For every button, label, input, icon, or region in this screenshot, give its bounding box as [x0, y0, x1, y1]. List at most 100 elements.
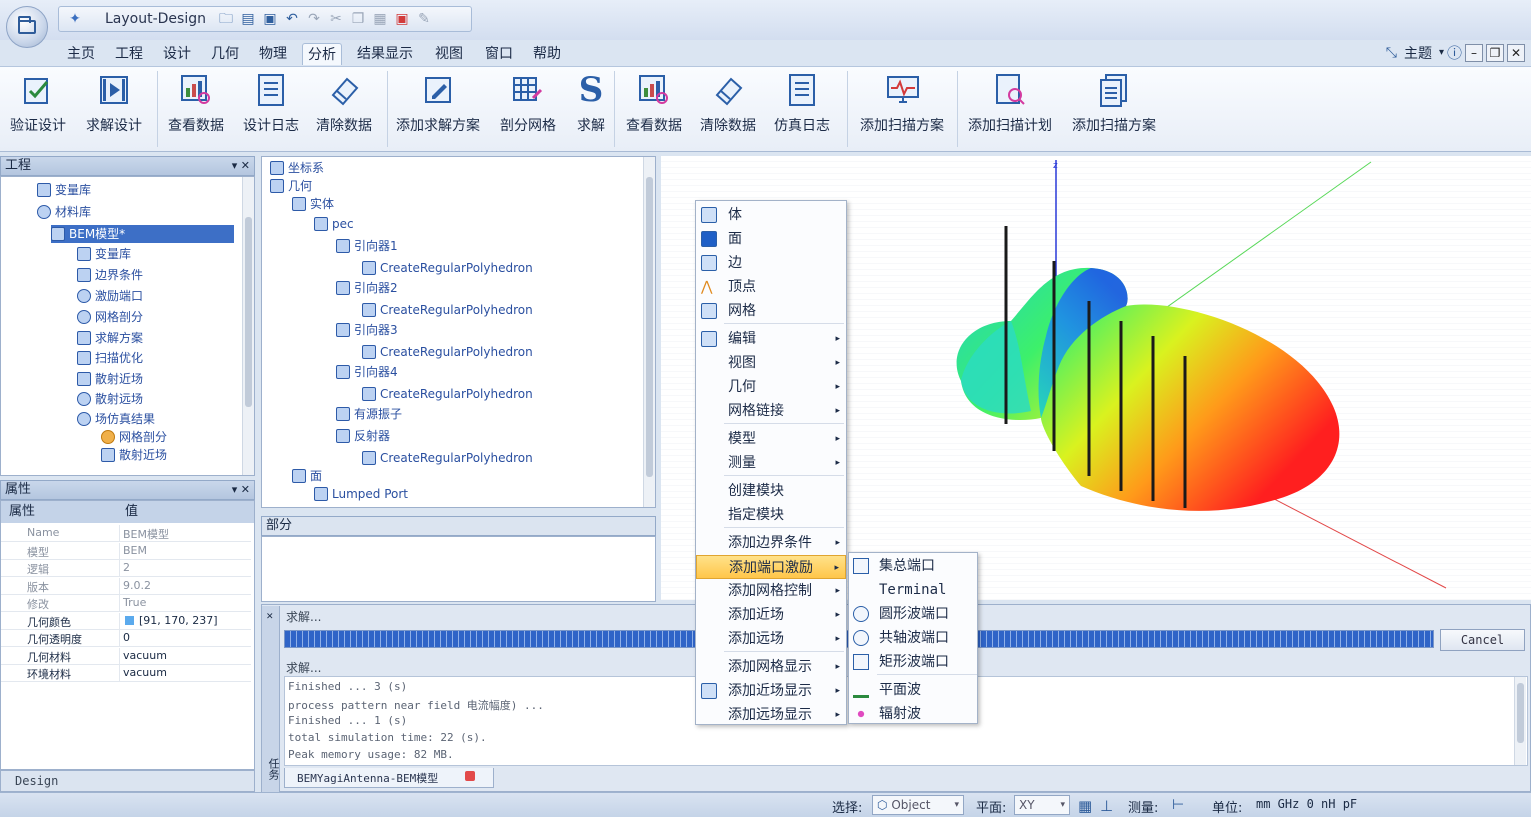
geometry-tree-item[interactable]: CreateRegularPolyhedron: [362, 343, 533, 361]
property-row[interactable]: 模型 BEM: [1, 542, 251, 560]
tree-item[interactable]: 场仿真结果: [77, 410, 155, 428]
geometry-tree-item[interactable]: 引向器1: [336, 237, 398, 255]
geometry-tree-item[interactable]: CreateRegularPolyhedron: [362, 385, 533, 403]
add-sweep-button[interactable]: 添加扫描方案: [860, 71, 944, 143]
color-swatch[interactable]: [125, 615, 134, 625]
select-mode-combo[interactable]: ⬡ Object ▾: [872, 795, 964, 815]
property-row[interactable]: 修改 True: [1, 595, 251, 612]
geometry-tree-item[interactable]: 引向器4: [336, 363, 398, 381]
context-menu-item[interactable]: 几何 ▸: [696, 375, 846, 399]
menu-project[interactable]: 工程: [110, 43, 148, 65]
new-file-icon[interactable]: ▤: [240, 11, 256, 27]
context-menu-item[interactable]: 添加网格控制 ▸: [696, 579, 846, 603]
pin-icon[interactable]: ✕: [266, 612, 274, 622]
context-menu-item[interactable]: 网格链接 ▸: [696, 399, 846, 423]
tree-item[interactable]: 求解方案: [77, 329, 143, 347]
geometry-tree-item[interactable]: Lumped Port: [314, 485, 408, 503]
menu-window[interactable]: 窗口: [480, 43, 518, 65]
geometry-tree-item[interactable]: 有源振子: [336, 405, 402, 423]
tree-item[interactable]: 散射近场: [101, 446, 167, 464]
tree-item[interactable]: 边界条件: [77, 266, 143, 284]
context-menu-item[interactable]: 体: [696, 203, 846, 227]
geometry-tree-item[interactable]: CreateRegularPolyhedron: [362, 301, 533, 319]
tree-item[interactable]: 散射近场: [77, 370, 143, 388]
tree-item[interactable]: 变量库: [37, 181, 91, 199]
mesh-button[interactable]: 剖分网格: [500, 71, 556, 143]
scrollbar-thumb[interactable]: [646, 177, 653, 477]
redo-icon[interactable]: ↷: [306, 11, 322, 27]
plane-combo[interactable]: XY ▾: [1014, 795, 1070, 815]
geometry-tree-item[interactable]: CreateRegularPolyhedron: [362, 259, 533, 277]
scrollbar-thumb[interactable]: [1517, 683, 1524, 743]
property-value[interactable]: 9.0.2: [123, 579, 151, 592]
log-scrollbar[interactable]: [1514, 677, 1526, 765]
open-folder-icon[interactable]: 🗀: [218, 11, 234, 27]
context-menu-item[interactable]: 测量 ▸: [696, 451, 846, 475]
context-menu-item[interactable]: 添加端口激励 ▸: [696, 555, 846, 579]
geometry-tree-item[interactable]: pec: [314, 215, 354, 233]
submenu-item[interactable]: 矩形波端口: [849, 650, 977, 674]
undo-icon[interactable]: ↶: [284, 11, 300, 27]
context-menu-item[interactable]: 添加近场 ▸: [696, 603, 846, 627]
clear-data-button-2[interactable]: 清除数据: [700, 71, 756, 143]
property-value[interactable]: vacuum: [123, 649, 167, 662]
menu-help[interactable]: 帮助: [528, 43, 566, 65]
context-menu-item[interactable]: 添加网格显示 ▸: [696, 655, 846, 679]
tree-item[interactable]: 材料库: [37, 203, 91, 221]
add-sweep-button-2[interactable]: 添加扫描方案: [1072, 71, 1156, 143]
context-menu-item[interactable]: 网格: [696, 299, 846, 323]
task-side-tab[interactable]: ✕ 任务: [262, 606, 280, 792]
copy-icon[interactable]: ❐: [350, 11, 366, 27]
delete-icon[interactable]: ▣: [394, 11, 410, 27]
context-menu-item[interactable]: 创建模块: [696, 479, 846, 503]
close-button[interactable]: ✕: [1507, 43, 1525, 62]
submenu-item[interactable]: 圆形波端口: [849, 602, 977, 626]
clear-data-button[interactable]: 清除数据: [316, 71, 372, 143]
property-row[interactable]: Name BEM模型: [1, 525, 251, 542]
geometry-tree-item[interactable]: 实体: [292, 195, 334, 213]
context-menu-item[interactable]: 指定模块: [696, 503, 846, 527]
pin-icon[interactable]: ▾ ✕: [232, 157, 250, 175]
tree-item[interactable]: 网格剖分: [101, 428, 167, 446]
context-menu-item[interactable]: ⋀ 顶点: [696, 275, 846, 299]
view-data-button[interactable]: 查看数据: [168, 71, 224, 143]
property-row[interactable]: 几何材料 vacuum: [1, 647, 251, 665]
axis-icon[interactable]: ⊥: [1100, 797, 1113, 815]
submenu-item[interactable]: 辐射波: [849, 702, 977, 726]
scrollbar-thumb[interactable]: [245, 217, 252, 407]
submenu-item[interactable]: 集总端口: [849, 554, 977, 578]
tree-item[interactable]: 激励端口: [77, 287, 143, 305]
property-value[interactable]: 0: [123, 631, 130, 644]
geometry-tree-item[interactable]: 反射器: [336, 427, 390, 445]
context-menu-item[interactable]: 编辑 ▸: [696, 327, 846, 351]
property-value[interactable]: True: [123, 596, 146, 609]
design-tab[interactable]: Design: [15, 774, 58, 788]
project-tree-scrollbar[interactable]: [242, 177, 254, 475]
context-menu-item[interactable]: 添加远场显示 ▸: [696, 703, 846, 727]
geometry-tree-scrollbar[interactable]: [643, 157, 655, 507]
edit-icon[interactable]: ✎: [416, 11, 432, 27]
tree-item[interactable]: 扫描优化: [77, 349, 143, 367]
solve-design-button[interactable]: 求解设计: [86, 71, 142, 143]
property-value[interactable]: BEM模型: [123, 526, 169, 542]
cut-icon[interactable]: ✂: [328, 11, 344, 27]
simulation-log-button[interactable]: 仿真日志: [774, 71, 830, 143]
property-value[interactable]: vacuum: [123, 666, 167, 679]
geometry-tree-item[interactable]: 面: [292, 467, 322, 485]
close-tab-icon[interactable]: [465, 771, 475, 781]
property-value[interactable]: BEM: [123, 544, 147, 557]
context-menu-item[interactable]: 面: [696, 227, 846, 251]
save-icon[interactable]: ▣: [262, 11, 278, 27]
geometry-tree-item[interactable]: 几何: [270, 177, 312, 195]
add-sweep-plan-button[interactable]: 添加扫描计划: [968, 71, 1052, 143]
property-value[interactable]: 2: [123, 561, 130, 574]
context-menu-item[interactable]: 模型 ▸: [696, 427, 846, 451]
submenu-item[interactable]: 平面波: [849, 678, 977, 702]
grid-icon[interactable]: ▦: [1078, 797, 1092, 815]
property-row[interactable]: 版本 9.0.2: [1, 577, 251, 595]
geometry-tree-item[interactable]: 引向器2: [336, 279, 398, 297]
property-row[interactable]: 几何颜色 [91, 170, 237]: [1, 612, 251, 630]
context-menu-item[interactable]: 添加边界条件 ▸: [696, 531, 846, 555]
restore-button[interactable]: ❐: [1486, 43, 1504, 62]
tree-item-selected[interactable]: BEM模型*: [51, 225, 234, 243]
